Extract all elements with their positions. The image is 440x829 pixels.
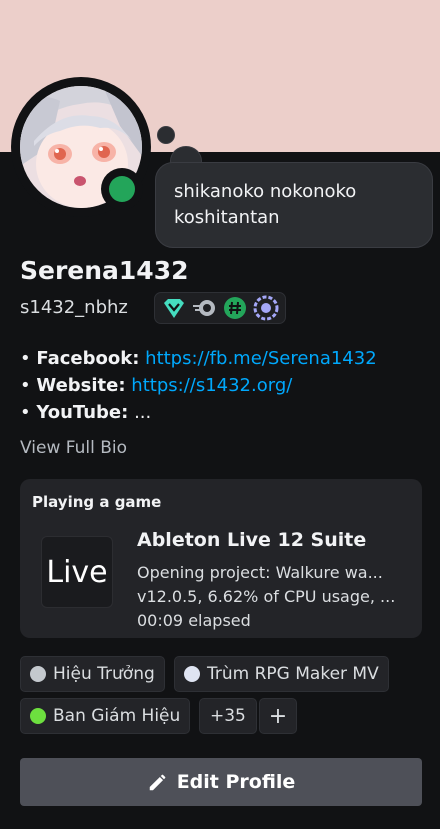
bio-label-facebook: Facebook:: [36, 348, 140, 369]
role-pill[interactable]: Ban Giám Hiệu: [20, 698, 191, 734]
role-color-dot: [30, 666, 46, 682]
role-color-dot: [30, 708, 46, 724]
role-pill[interactable]: Trùm RPG Maker MV: [174, 656, 389, 692]
edit-profile-button[interactable]: Edit Profile: [20, 758, 422, 806]
online-status-icon: [109, 176, 135, 202]
status-bubble-dot-small: [157, 126, 175, 144]
facebook-link[interactable]: https://fb.me/Serena1432: [145, 348, 377, 369]
website-link[interactable]: https://s1432.org/: [131, 375, 292, 396]
bio-label-website: Website:: [36, 375, 126, 396]
view-full-bio-link[interactable]: View Full Bio: [20, 438, 127, 458]
nitro-icon[interactable]: [192, 295, 218, 321]
username[interactable]: s1432_nbhz: [20, 297, 128, 318]
bio-line-youtube: • YouTube: ...: [20, 402, 152, 423]
edit-profile-label: Edit Profile: [176, 771, 296, 793]
game-icon: Live: [41, 536, 113, 608]
hypesquad-balance-icon[interactable]: [161, 295, 187, 321]
role-name: Trùm RPG Maker MV: [207, 664, 379, 684]
bio-line-facebook: • Facebook: https://fb.me/Serena1432: [20, 348, 377, 369]
laurel-icon[interactable]: [253, 295, 279, 321]
display-name: Serena1432: [20, 256, 189, 285]
activity-header: Playing a game: [32, 493, 162, 511]
game-title: Ableton Live 12 Suite: [137, 529, 367, 551]
bio-label-youtube: YouTube:: [36, 402, 129, 423]
game-icon-text: Live: [46, 554, 108, 590]
game-state: v12.0.5, 6.62% of CPU usage, ...: [137, 587, 396, 606]
bio: • Facebook: https://fb.me/Serena1432 • W…: [20, 345, 377, 426]
bio-line-website: • Website: https://s1432.org/: [20, 375, 293, 396]
activity-card[interactable]: Playing a game Live Ableton Live 12 Suit…: [20, 479, 422, 638]
game-elapsed: 00:09 elapsed: [137, 611, 251, 630]
custom-status-bubble[interactable]: shikanoko nokonoko koshitantan: [155, 162, 433, 248]
youtube-value: ...: [134, 402, 152, 423]
custom-status-text: shikanoko nokonoko koshitantan: [174, 181, 357, 228]
badge-list: [154, 292, 286, 324]
role-color-dot: [184, 666, 200, 682]
role-name: Hiệu Trưởng: [53, 664, 155, 684]
add-role-button[interactable]: +: [259, 698, 297, 734]
hashtag-icon[interactable]: [222, 295, 248, 321]
more-roles-button[interactable]: +35: [199, 698, 257, 734]
role-pill[interactable]: Hiệu Trưởng: [20, 656, 165, 692]
pencil-icon: [149, 774, 166, 791]
role-name: Ban Giám Hiệu: [53, 706, 181, 726]
game-details: Opening project: Walkure wa...: [137, 563, 383, 582]
